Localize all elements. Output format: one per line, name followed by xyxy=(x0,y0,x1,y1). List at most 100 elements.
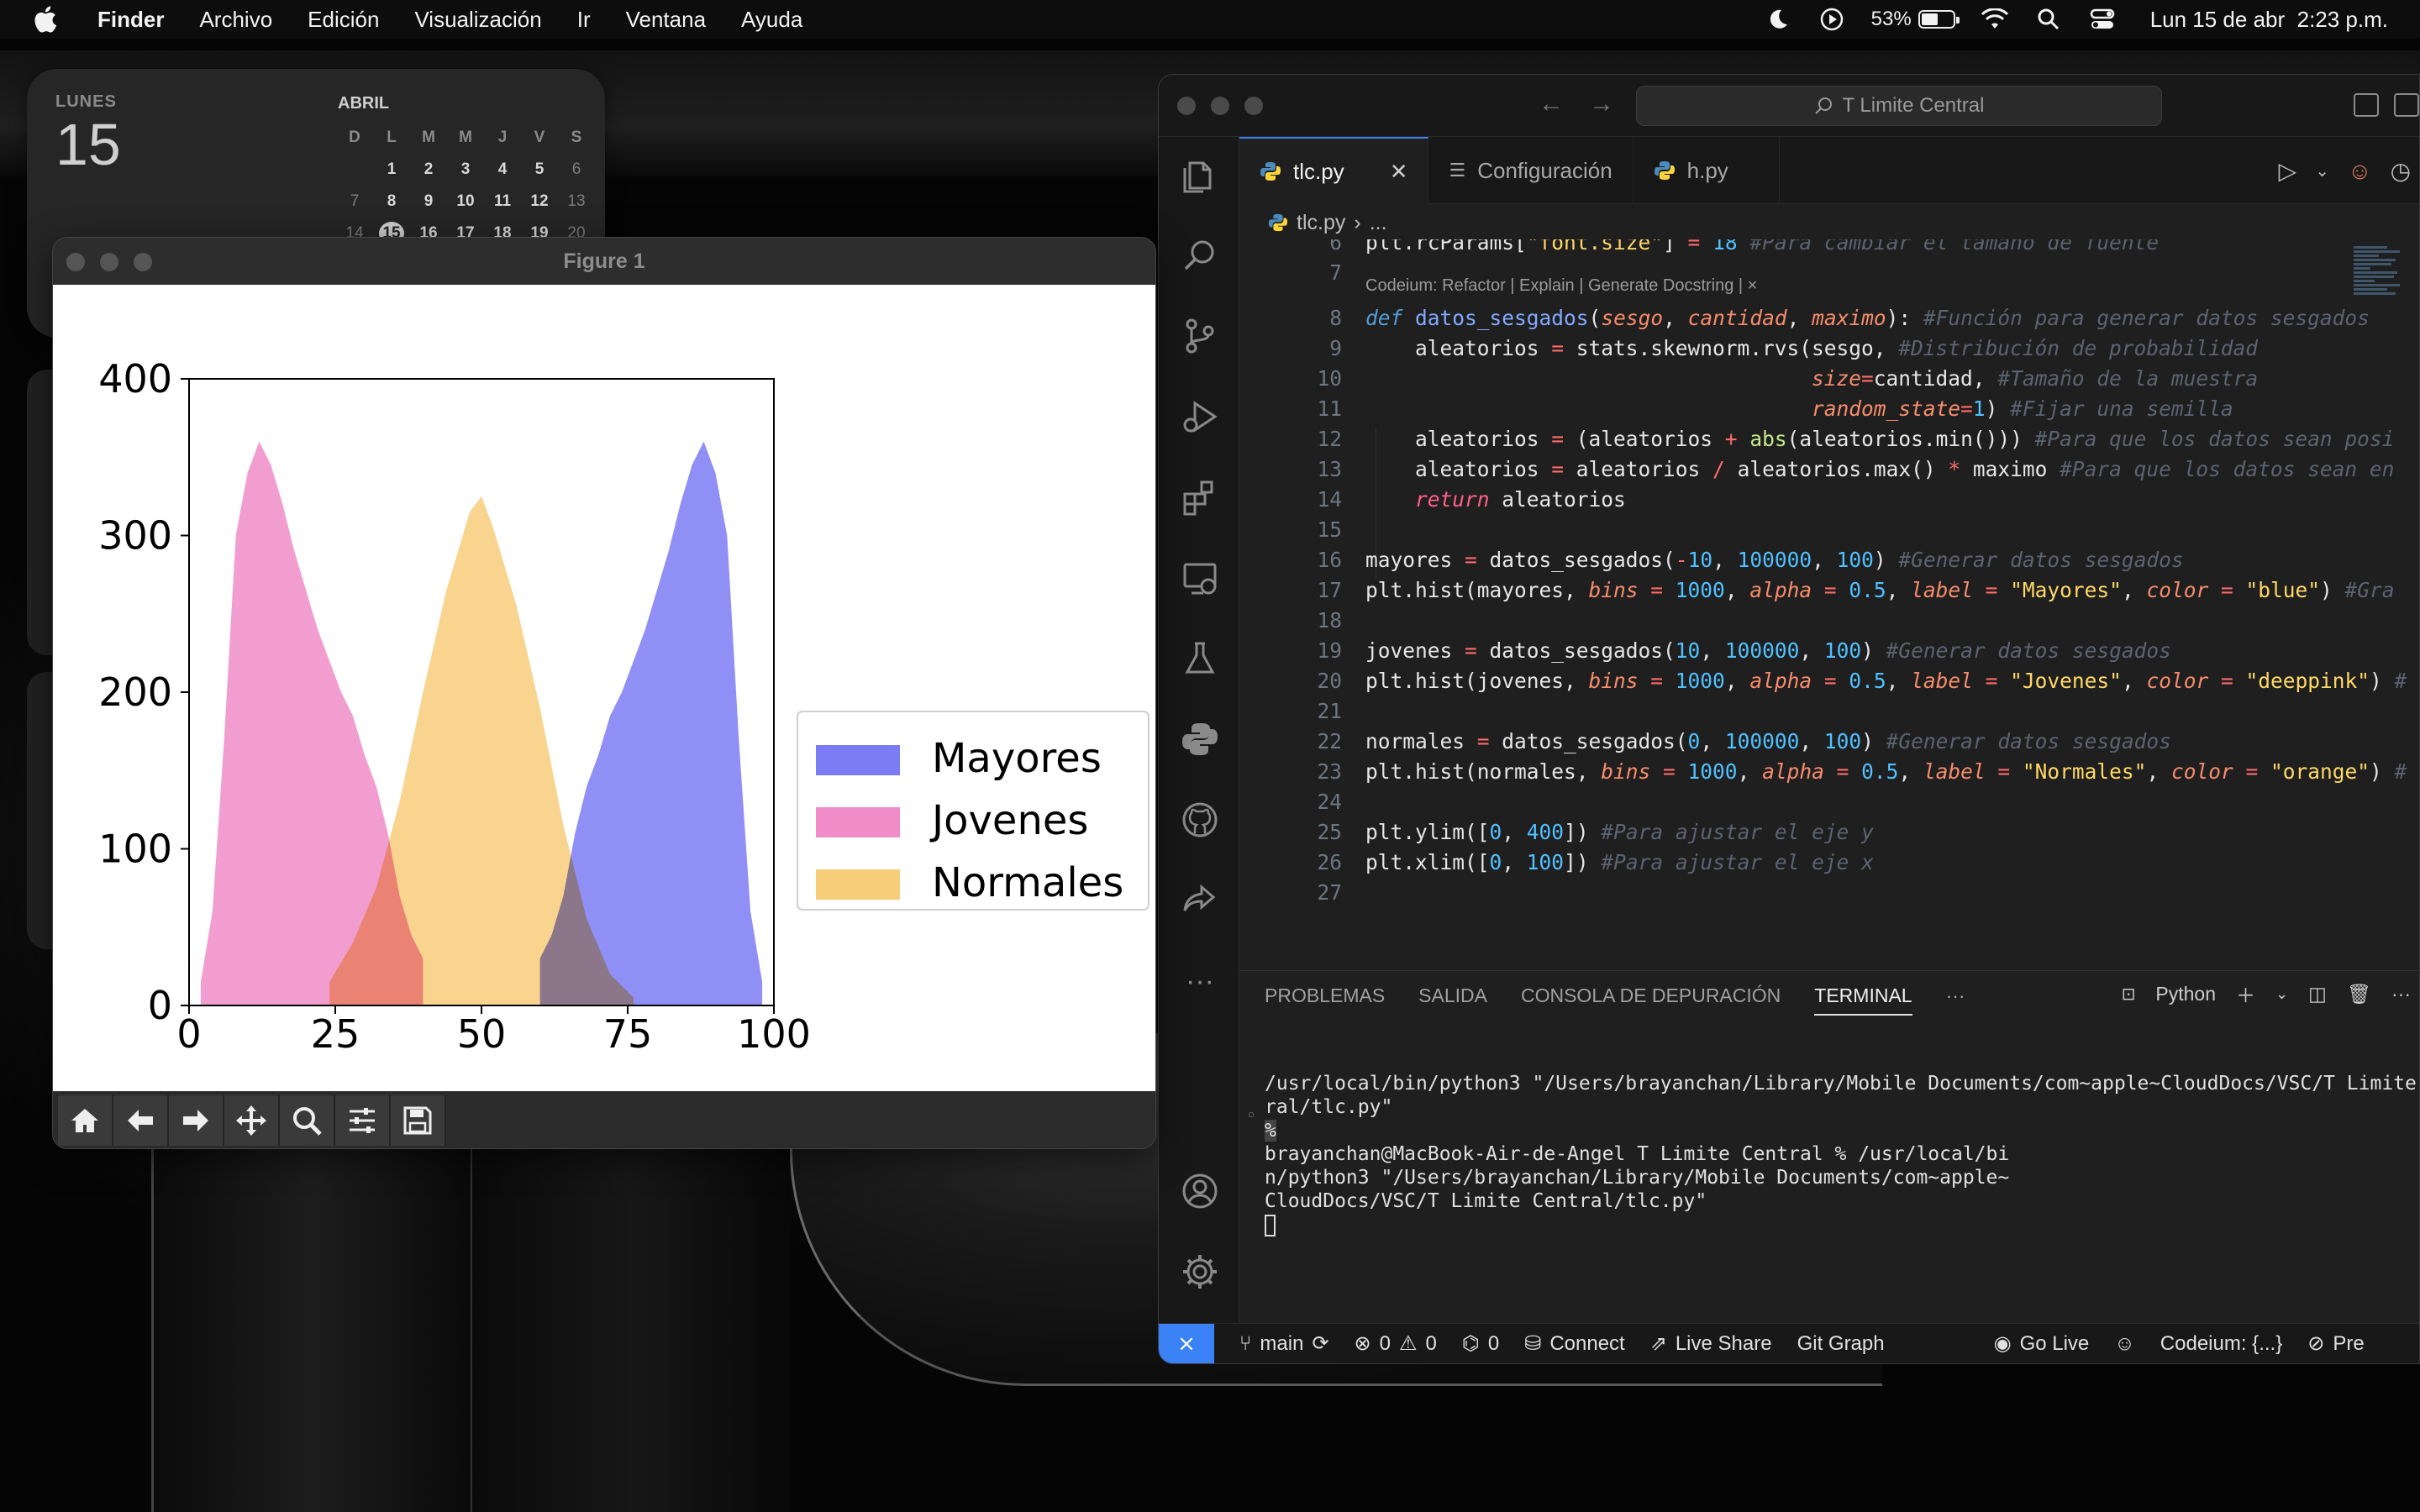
explorer-icon[interactable] xyxy=(1179,154,1221,196)
live-share-label: Live Share xyxy=(1675,1331,1772,1355)
minimize-window-button[interactable] xyxy=(100,253,118,271)
home-icon[interactable] xyxy=(58,1095,113,1146)
git-graph-status[interactable]: Git Graph xyxy=(1797,1332,1885,1356)
chevron-down-icon[interactable]: ⌄ xyxy=(2315,160,2329,181)
zoom-icon[interactable] xyxy=(280,1095,335,1146)
clock[interactable]: Lun 15 de abr 2:23 p.m. xyxy=(2150,7,2388,33)
run-debug-icon[interactable] xyxy=(1179,396,1221,438)
moon-icon[interactable] xyxy=(1764,5,1792,34)
tab-configuracion[interactable]: ☰ Configuración xyxy=(1428,137,1634,204)
tab-terminal[interactable]: TERMINAL xyxy=(1814,984,1912,1016)
menu-app-name[interactable]: Finder xyxy=(97,7,164,33)
search-icon xyxy=(1814,97,1832,114)
codeium-codelens[interactable]: Codeium: Refactor | Explain | Generate D… xyxy=(1365,276,1757,296)
terminal-line: CloudDocs/VSC/T Limite Central/tlc.py" xyxy=(1265,1190,1707,1212)
menu-ir[interactable]: Ir xyxy=(577,7,591,33)
github-icon[interactable] xyxy=(1179,799,1221,841)
broadcast-icon: ◉ xyxy=(1993,1332,2012,1355)
breadcrumb-more[interactable]: ... xyxy=(1370,211,1387,235)
apple-logo-icon[interactable] xyxy=(32,5,57,34)
pan-icon[interactable] xyxy=(224,1095,280,1146)
close-window-button[interactable] xyxy=(1177,97,1196,115)
tab-problemas[interactable]: PROBLEMAS xyxy=(1265,984,1385,1016)
terminal-line: % xyxy=(1265,1120,1276,1142)
more-icon[interactable]: ··· xyxy=(1946,984,1965,1016)
git-branch[interactable]: ⑂ main ⟳ xyxy=(1239,1331,1329,1356)
configure-subplots-icon[interactable] xyxy=(335,1095,391,1146)
histogram-series-normales xyxy=(329,496,634,1005)
search-icon[interactable] xyxy=(1179,234,1221,276)
zoom-window-button[interactable] xyxy=(1244,97,1263,115)
control-center-icon[interactable] xyxy=(2088,5,2117,34)
now-playing-icon[interactable] xyxy=(1818,5,1846,34)
code-editor[interactable]: 6 plt.rcParams["font.size"] = 18 #Para ca… xyxy=(1239,239,2419,970)
battery-status[interactable]: 53% xyxy=(1871,8,1960,31)
live-share-status[interactable]: ⇗ Live Share xyxy=(1650,1331,1772,1356)
menu-edicion[interactable]: Edición xyxy=(308,7,379,33)
add-terminal-icon[interactable]: ＋ xyxy=(2236,979,2255,1008)
remote-icon[interactable]: ⨯ xyxy=(1159,1323,1214,1363)
toggle-panel-icon[interactable] xyxy=(2394,93,2419,117)
codeium-status[interactable]: Codeium: {...} xyxy=(2160,1332,2282,1356)
connect-label: Connect xyxy=(1549,1331,1625,1355)
remote-explorer-icon[interactable] xyxy=(1179,557,1221,599)
split-terminal-icon[interactable]: ◫ xyxy=(2308,983,2327,1005)
gear-icon[interactable] xyxy=(1179,1251,1221,1293)
run-icon[interactable]: ▷ xyxy=(2279,157,2297,185)
connect-status[interactable]: ⛁ Connect xyxy=(1524,1331,1625,1356)
battery-icon xyxy=(1918,10,1960,29)
menu-archivo[interactable]: Archivo xyxy=(199,7,272,33)
back-arrow-icon[interactable] xyxy=(113,1095,169,1146)
live-share-icon[interactable] xyxy=(1179,879,1221,921)
menu-ayuda[interactable]: Ayuda xyxy=(741,7,802,33)
cal-date: 3 xyxy=(460,160,471,178)
tab-consola-depuracion[interactable]: CONSOLA DE DEPURACIÓN xyxy=(1521,984,1781,1016)
close-window-button[interactable] xyxy=(66,253,85,271)
more-icon[interactable]: ··· xyxy=(1179,960,1221,1002)
codeium-icon[interactable]: ☺ xyxy=(2348,158,2372,185)
terminal-profile[interactable]: Python xyxy=(2155,983,2216,1005)
command-center-search[interactable]: T Limite Central xyxy=(1636,86,2162,126)
save-icon[interactable] xyxy=(391,1095,446,1146)
extensions-icon[interactable] xyxy=(1179,476,1221,518)
wifi-icon[interactable] xyxy=(1981,5,2009,34)
breadcrumb-file[interactable]: tlc.py xyxy=(1297,211,1345,235)
cal-date: 2 xyxy=(424,160,434,178)
forward-arrow-icon[interactable]: → xyxy=(1589,90,1614,118)
minimize-window-button[interactable] xyxy=(1211,97,1229,115)
forward-arrow-icon[interactable] xyxy=(169,1095,224,1146)
tab-h-py[interactable]: h.py xyxy=(1634,137,1780,204)
terminal-output[interactable]: /usr/local/bin/python3 "/Users/brayancha… xyxy=(1265,1048,2417,1236)
tab-salida[interactable]: SALIDA xyxy=(1418,984,1487,1016)
back-arrow-icon[interactable]: ← xyxy=(1539,90,1564,118)
copilot-icon[interactable]: ☺ xyxy=(2114,1332,2135,1356)
terminal-cursor xyxy=(1265,1214,1276,1236)
menu-visualizacion[interactable]: Visualización xyxy=(414,7,541,33)
figure-window[interactable]: Figure 1 0 25 50 75 100 0 100 200 300 400 Mayores J… xyxy=(52,237,1156,1149)
timeline-icon[interactable]: ◷ xyxy=(2391,157,2411,185)
vscode-window[interactable]: ← → T Limite Central ··· tlc.py ✕ ☰ Conf… xyxy=(1158,74,2420,1364)
cal-date: 10 xyxy=(456,192,475,210)
go-live-status[interactable]: ◉ Go Live xyxy=(1994,1331,2090,1356)
prettier-status[interactable]: ⊘ Pre xyxy=(2307,1331,2364,1356)
trash-icon[interactable]: 🗑 xyxy=(2347,983,2371,1005)
histogram-chart: 0 25 50 75 100 0 100 200 300 400 Mayores Jovenes Nor… xyxy=(98,356,1150,1057)
problems-status[interactable]: ⊗ 0 ⚠ 0 xyxy=(1355,1331,1437,1356)
ports-status[interactable]: ⌬ 0 xyxy=(1462,1331,1499,1356)
close-icon[interactable]: ✕ xyxy=(1390,159,1408,185)
zoom-window-button[interactable] xyxy=(134,253,152,271)
toggle-sidebar-icon[interactable] xyxy=(2354,93,2379,117)
tab-tlc-py[interactable]: tlc.py ✕ xyxy=(1239,137,1429,204)
cal-header: D xyxy=(349,129,360,146)
sync-icon: ⟳ xyxy=(1312,1332,1329,1355)
spotlight-search-icon[interactable] xyxy=(2034,5,2063,34)
source-control-icon[interactable] xyxy=(1179,315,1221,357)
menu-ventana[interactable]: Ventana xyxy=(626,7,706,33)
accounts-icon[interactable] xyxy=(1179,1170,1221,1212)
figure-canvas[interactable]: 0 25 50 75 100 0 100 200 300 400 Mayores Jovenes Nor… xyxy=(53,285,1155,1091)
figure-titlebar[interactable]: Figure 1 xyxy=(53,238,1155,285)
more-icon[interactable]: ··· xyxy=(2391,983,2411,1005)
python-icon[interactable] xyxy=(1179,718,1221,760)
testing-flask-icon[interactable] xyxy=(1179,638,1221,680)
chevron-down-icon[interactable]: ⌄ xyxy=(2275,985,2288,1003)
